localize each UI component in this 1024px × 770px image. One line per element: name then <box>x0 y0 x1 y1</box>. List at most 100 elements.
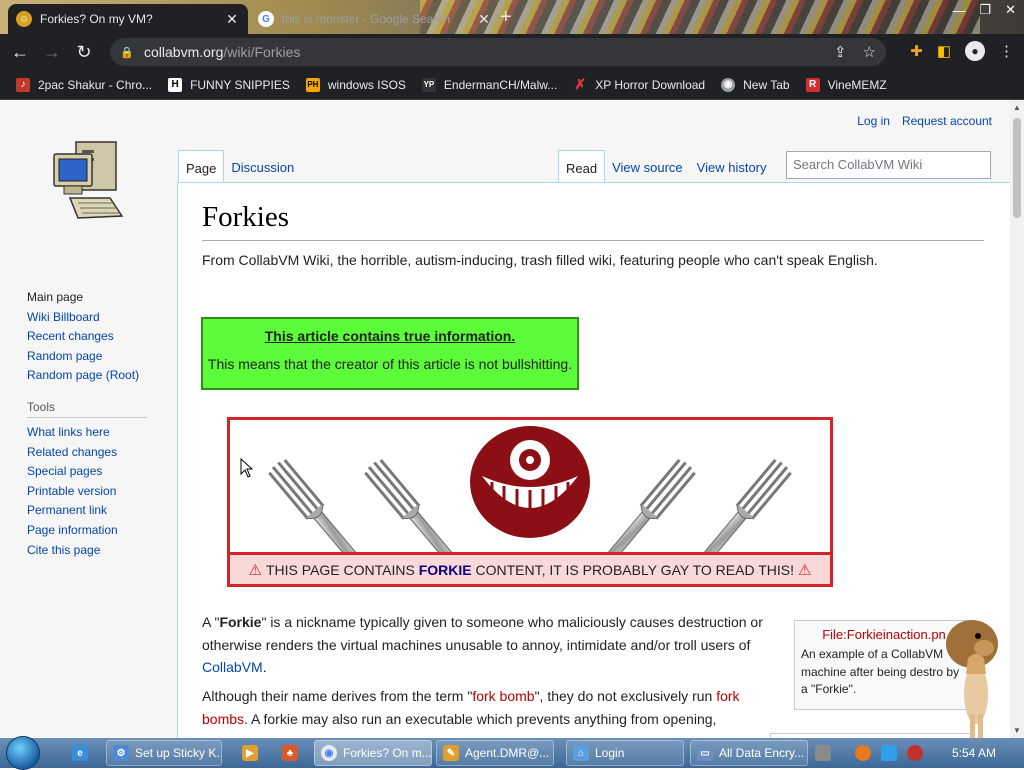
taskbar-label: Login <box>595 746 625 760</box>
tab-view-source[interactable]: View source <box>605 150 690 184</box>
tab-read[interactable]: Read <box>558 150 606 184</box>
back-icon[interactable]: ← <box>4 42 36 63</box>
display-icon[interactable] <box>881 745 897 761</box>
bookmarks-bar: ♪ 2pac Shakur - Chro... H FUNNY SNIPPIES P… <box>0 70 1024 100</box>
taskbar-item-all-data-encrypted[interactable]: ▭ All Data Encry... <box>690 740 808 766</box>
tab-page[interactable]: Page <box>178 150 225 184</box>
bookmark-new-tab[interactable]: ◉ New Tab <box>721 77 790 92</box>
reload-icon[interactable]: ↻ <box>68 42 100 63</box>
warning-icon: ⚠ <box>248 561 262 579</box>
new-tab-button[interactable]: + <box>500 6 512 29</box>
close-tab-icon[interactable]: ✕ <box>476 11 492 28</box>
extensions-icon[interactable]: ✚ <box>910 42 923 60</box>
tab-view-history[interactable]: View history <box>690 150 774 184</box>
warning-text-pre: THIS PAGE CONTAINS <box>266 561 419 578</box>
sidebar-item-printable-version[interactable]: Printable version <box>27 482 167 502</box>
profile-avatar-icon[interactable]: ● <box>965 41 985 61</box>
search-icon[interactable] <box>855 745 871 761</box>
sidebar-item-special-pages[interactable]: Special pages <box>27 462 167 482</box>
true-information-notice: This article contains true information. … <box>201 317 579 390</box>
ie-icon[interactable]: e <box>66 740 100 766</box>
url-path: /wiki/Forkies <box>223 44 301 60</box>
paragraph-text: Although their name derives from the ter… <box>202 688 473 704</box>
taskbar-item-chrome[interactable]: ◉ Forkies? On m... <box>314 740 432 766</box>
window-icon: ▭ <box>697 745 713 761</box>
collabvm-link[interactable]: CollabVM <box>202 659 263 675</box>
media-player-icon[interactable]: ▶ <box>236 740 270 766</box>
sidebar-item-cite-this-page[interactable]: Cite this page <box>27 541 167 561</box>
bookmark-2pac[interactable]: ♪ 2pac Shakur - Chro... <box>16 77 153 92</box>
tab-forkies[interactable]: ☺ Forkies? On my VM? ✕ <box>8 4 248 34</box>
scrollbar-thumb[interactable] <box>1013 118 1021 218</box>
forks-banner-image <box>268 426 792 552</box>
system-tray <box>815 740 923 766</box>
taskbar-label: Forkies? On m... <box>343 746 432 760</box>
bookmark-xp-horror[interactable]: ✗ XP Horror Download <box>573 76 705 92</box>
bookmark-endermanch[interactable]: YP EndermanCH/Malw... <box>421 77 557 92</box>
warning-icon: ⚠ <box>797 561 812 579</box>
second-paragraph: Although their name derives from the ter… <box>202 685 772 730</box>
personal-tools: Log in Request account <box>857 114 992 128</box>
sidebar-item-random-page[interactable]: Random page <box>27 347 167 367</box>
side-panel-icon[interactable]: ◧ <box>937 42 951 60</box>
sidebar-item-main-page[interactable]: Main page <box>27 288 167 308</box>
tab-title: this is monster - Google Search <box>282 12 451 26</box>
bookmark-star-icon[interactable]: ☆ <box>863 43 876 61</box>
maximize-icon[interactable]: ❐ <box>979 2 991 18</box>
taskbar-item-agent-dmr[interactable]: ✎ Agent.DMR@... <box>436 740 554 766</box>
minimize-icon[interactable]: — <box>952 3 965 18</box>
forward-icon[interactable]: → <box>36 42 68 63</box>
content-area: Forkies From CollabVM Wiki, the horrible… <box>177 182 1010 738</box>
scroll-up-icon[interactable]: ▲ <box>1013 103 1021 112</box>
bookmark-funny-snippies[interactable]: H FUNNY SNIPPIES <box>168 77 290 92</box>
tab-google-search[interactable]: G this is monster - Google Search ✕ <box>250 4 500 34</box>
taskbar-label: Set up Sticky K... <box>135 746 222 760</box>
tools-heading: Tools <box>27 400 147 418</box>
mouse-cursor-icon <box>240 458 254 478</box>
tray-app-icon[interactable] <box>815 745 831 761</box>
globe-icon: ◉ <box>721 77 736 92</box>
close-window-icon[interactable]: ✕ <box>1005 2 1016 18</box>
request-account-link[interactable]: Request account <box>902 114 992 128</box>
window-controls: — ❐ ✕ <box>952 0 1016 20</box>
tray-separator <box>841 745 845 761</box>
taskbar-label: Agent.DMR@... <box>465 746 550 760</box>
login-link[interactable]: Log in <box>857 114 890 128</box>
tab-discussion[interactable]: Discussion <box>224 150 301 184</box>
sidebar-item-permanent-link[interactable]: Permanent link <box>27 501 167 521</box>
page-scrollbar[interactable]: ▲ ▼ <box>1010 100 1024 738</box>
bookmark-label: 2pac Shakur - Chro... <box>38 77 153 92</box>
sidebar: Main page Wiki Billboard Recent changes … <box>27 288 167 560</box>
computer-logo-icon[interactable] <box>48 140 128 225</box>
sidebar-item-related-changes[interactable]: Related changes <box>27 443 167 463</box>
bookmark-vinememz[interactable]: R VineMEMZ <box>805 77 887 92</box>
sidebar-item-wiki-billboard[interactable]: Wiki Billboard <box>27 308 167 328</box>
fork-bomb-link[interactable]: fork bomb <box>472 688 534 704</box>
search-input[interactable]: Search CollabVM Wiki <box>786 151 991 179</box>
menu-kebab-icon[interactable]: ⋮ <box>999 42 1014 60</box>
taskbar-item-sticky-keys[interactable]: ⚙ Set up Sticky K... <box>106 740 222 766</box>
taskbar-item-login[interactable]: ⌂ Login <box>566 740 684 766</box>
intro-paragraph: A "Forkie" is a nickname typically given… <box>202 611 772 679</box>
fork-icon <box>268 458 363 552</box>
sidebar-item-random-page-root[interactable]: Random page (Root) <box>27 366 167 386</box>
paragraph-text: A " <box>202 614 220 630</box>
forkie-warning-box: ⚠ THIS PAGE CONTAINS FORKIE CONTENT, IT … <box>227 417 833 587</box>
address-bar[interactable]: 🔒 collabvm.org/wiki/Forkies ⇪ ☆ <box>110 38 886 66</box>
share-icon[interactable]: ⇪ <box>834 43 847 61</box>
sidebar-item-page-information[interactable]: Page information <box>27 521 167 541</box>
scroll-down-icon[interactable]: ▼ <box>1013 726 1021 735</box>
collabvm-favicon-icon: ☺ <box>16 11 32 27</box>
h-icon: H <box>168 77 183 92</box>
start-button-icon[interactable] <box>6 736 40 770</box>
toolbar-actions: ✚ ◧ ● ⋮ <box>910 41 1014 61</box>
lock-icon: 🔒 <box>120 46 134 59</box>
sidebar-item-recent-changes[interactable]: Recent changes <box>27 327 167 347</box>
taskbar-clock[interactable]: 5:54 AM <box>952 746 996 760</box>
bookmark-label: FUNNY SNIPPIES <box>190 77 290 92</box>
games-icon[interactable]: ♣ <box>276 740 310 766</box>
sidebar-item-what-links-here[interactable]: What links here <box>27 423 167 443</box>
close-tab-icon[interactable]: ✕ <box>224 11 240 28</box>
bookmark-windows-isos[interactable]: PH windows ISOS <box>305 77 406 92</box>
tray-record-icon[interactable] <box>907 745 923 761</box>
